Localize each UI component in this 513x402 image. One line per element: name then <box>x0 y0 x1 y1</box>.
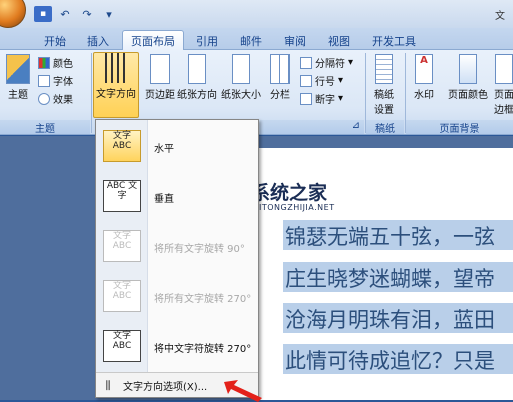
draft-paper-icon <box>375 54 393 84</box>
effects-label: 效果 <box>53 95 73 106</box>
hyphenation-button[interactable]: 断字 ▾ <box>300 90 343 107</box>
breaks-icon <box>300 56 312 69</box>
watermark-label: 水印 <box>414 90 434 101</box>
page-borders-label: 页面边框 <box>494 90 513 116</box>
text-direction-options-label: 文字方向选项(X)... <box>123 382 208 393</box>
columns-button[interactable]: 分栏 <box>264 54 296 118</box>
rotate-270-text-icon: 文字 ABC <box>103 280 141 312</box>
size-button[interactable]: 纸张大小 <box>221 54 261 118</box>
tab-mailings[interactable]: 邮件 <box>232 31 270 50</box>
page-color-icon <box>459 54 477 84</box>
tab-references[interactable]: 引用 <box>188 31 226 50</box>
colors-button[interactable]: 颜色 <box>38 54 73 71</box>
horizontal-text-icon: 文字 ABC <box>103 130 141 162</box>
document-line[interactable]: 锦瑟无端五十弦，一弦 <box>285 221 513 251</box>
ribbon-tab-row: 开始 插入 页面布局 引用 邮件 审阅 视图 开发工具 <box>0 28 513 51</box>
menu-item-vertical[interactable]: ABC 文字 垂直 <box>96 170 260 220</box>
hyphenation-icon <box>300 92 312 105</box>
page-borders-icon <box>495 54 513 84</box>
document-line[interactable]: 庄生晓梦迷蝴蝶，望帝 <box>285 263 513 293</box>
document-line[interactable]: 沧海月明珠有泪，蓝田 <box>285 304 513 334</box>
menu-item-label: 水平 <box>154 144 174 155</box>
document-line[interactable]: 此情可待成追忆？只是 <box>285 345 513 375</box>
undo-icon[interactable]: ↶ <box>56 6 74 22</box>
effects-icon <box>38 92 50 105</box>
tab-view[interactable]: 视图 <box>320 31 358 50</box>
colors-icon <box>38 56 50 69</box>
draft-group-label: 稿纸 <box>366 120 404 135</box>
menu-item-rotate-270[interactable]: 文字 ABC 将所有文字旋转 270° <box>96 270 260 320</box>
menu-item-rotate-chinese-270[interactable]: 文字 ABC 将中文字符旋转 270° <box>96 320 260 370</box>
menu-item-label: 将所有文字旋转 90° <box>154 244 245 255</box>
colors-label: 颜色 <box>53 59 73 70</box>
save-icon[interactable]: ▪ <box>34 6 52 22</box>
draft-paper-button[interactable]: 稿纸设置 <box>367 54 401 118</box>
orientation-button[interactable]: 纸张方向 <box>177 54 217 118</box>
text-direction-label: 文字方向 <box>96 89 136 100</box>
red-arrow-icon <box>224 380 262 402</box>
tab-insert[interactable]: 插入 <box>79 31 117 50</box>
watermark-name: 系统之家 <box>251 182 328 204</box>
effects-button[interactable]: 效果 <box>38 90 73 107</box>
watermark-domain: XITONGZHIJIA.NET <box>253 203 335 212</box>
orientation-label: 纸张方向 <box>177 90 217 101</box>
text-direction-small-icon: ⫼ <box>105 379 111 392</box>
page-setup-dialog-launcher[interactable]: ⊿ <box>260 120 364 134</box>
group-separator <box>91 53 92 133</box>
menu-item-label: 将所有文字旋转 270° <box>154 294 252 305</box>
columns-icon <box>270 54 290 84</box>
page-color-label: 页面颜色 <box>448 90 488 101</box>
chevron-down-icon: ▾ <box>348 57 354 68</box>
chevron-down-icon: ▾ <box>338 93 344 104</box>
draft-paper-label: 稿纸设置 <box>374 90 394 116</box>
text-direction-icon <box>105 53 127 83</box>
rotate-90-text-icon: 文字 ABC <box>103 230 141 262</box>
columns-label: 分栏 <box>270 90 290 101</box>
tab-page-layout[interactable]: 页面布局 <box>122 30 184 51</box>
menu-item-label: 将中文字符旋转 270° <box>154 344 252 355</box>
themes-label: 主题 <box>8 90 28 101</box>
breaks-label: 分隔符 <box>315 59 345 70</box>
menu-item-horizontal[interactable]: 文字 ABC 水平 <box>96 120 260 170</box>
size-label: 纸张大小 <box>221 90 261 101</box>
page-borders-button[interactable]: 页面边框 <box>492 54 513 118</box>
rotate-chinese-text-icon: 文字 ABC <box>103 330 141 362</box>
window-title: 文 <box>495 11 505 22</box>
margins-icon <box>150 54 170 84</box>
office-button[interactable] <box>0 0 26 28</box>
margins-button[interactable]: 页边距 <box>140 54 180 118</box>
margins-label: 页边距 <box>145 90 175 101</box>
line-numbers-label: 行号 <box>315 77 335 88</box>
line-numbers-button[interactable]: 行号 ▾ <box>300 72 343 89</box>
themes-button[interactable]: 主题 <box>2 54 34 118</box>
size-icon <box>232 54 250 84</box>
fonts-icon <box>38 74 50 87</box>
customize-qat-icon[interactable]: ▾ <box>100 6 118 22</box>
tab-developer[interactable]: 开发工具 <box>364 31 424 50</box>
page-color-button[interactable]: 页面颜色 <box>444 54 492 118</box>
theme-group-label: 主题 <box>0 120 90 135</box>
tab-home[interactable]: 开始 <box>36 31 74 50</box>
menu-item-label: 垂直 <box>154 194 174 205</box>
quick-access-toolbar: ▪ ↶ ↷ ▾ <box>34 6 118 22</box>
vertical-text-icon: ABC 文字 <box>103 180 141 212</box>
tab-review[interactable]: 审阅 <box>276 31 314 50</box>
redo-icon[interactable]: ↷ <box>78 6 96 22</box>
title-bar: ▪ ↶ ↷ ▾ 文 <box>0 0 513 28</box>
watermark-button[interactable]: A 水印 <box>408 54 440 118</box>
line-numbers-icon <box>300 74 312 87</box>
page-background-group-label: 页面背景 <box>406 120 513 135</box>
breaks-button[interactable]: 分隔符 ▾ <box>300 54 353 71</box>
orientation-icon <box>188 54 206 84</box>
watermark-icon: A <box>415 54 433 84</box>
fonts-button[interactable]: 字体 <box>38 72 73 89</box>
chevron-down-icon: ▾ <box>338 75 344 86</box>
hyphenation-label: 断字 <box>315 95 335 106</box>
themes-icon <box>6 54 30 84</box>
text-direction-menu: 文字 ABC 水平 ABC 文字 垂直 文字 ABC 将所有文字旋转 90° 文… <box>95 119 259 398</box>
menu-item-rotate-90[interactable]: 文字 ABC 将所有文字旋转 90° <box>96 220 260 270</box>
text-direction-button[interactable]: 文字方向 <box>93 52 139 118</box>
fonts-label: 字体 <box>53 77 73 88</box>
